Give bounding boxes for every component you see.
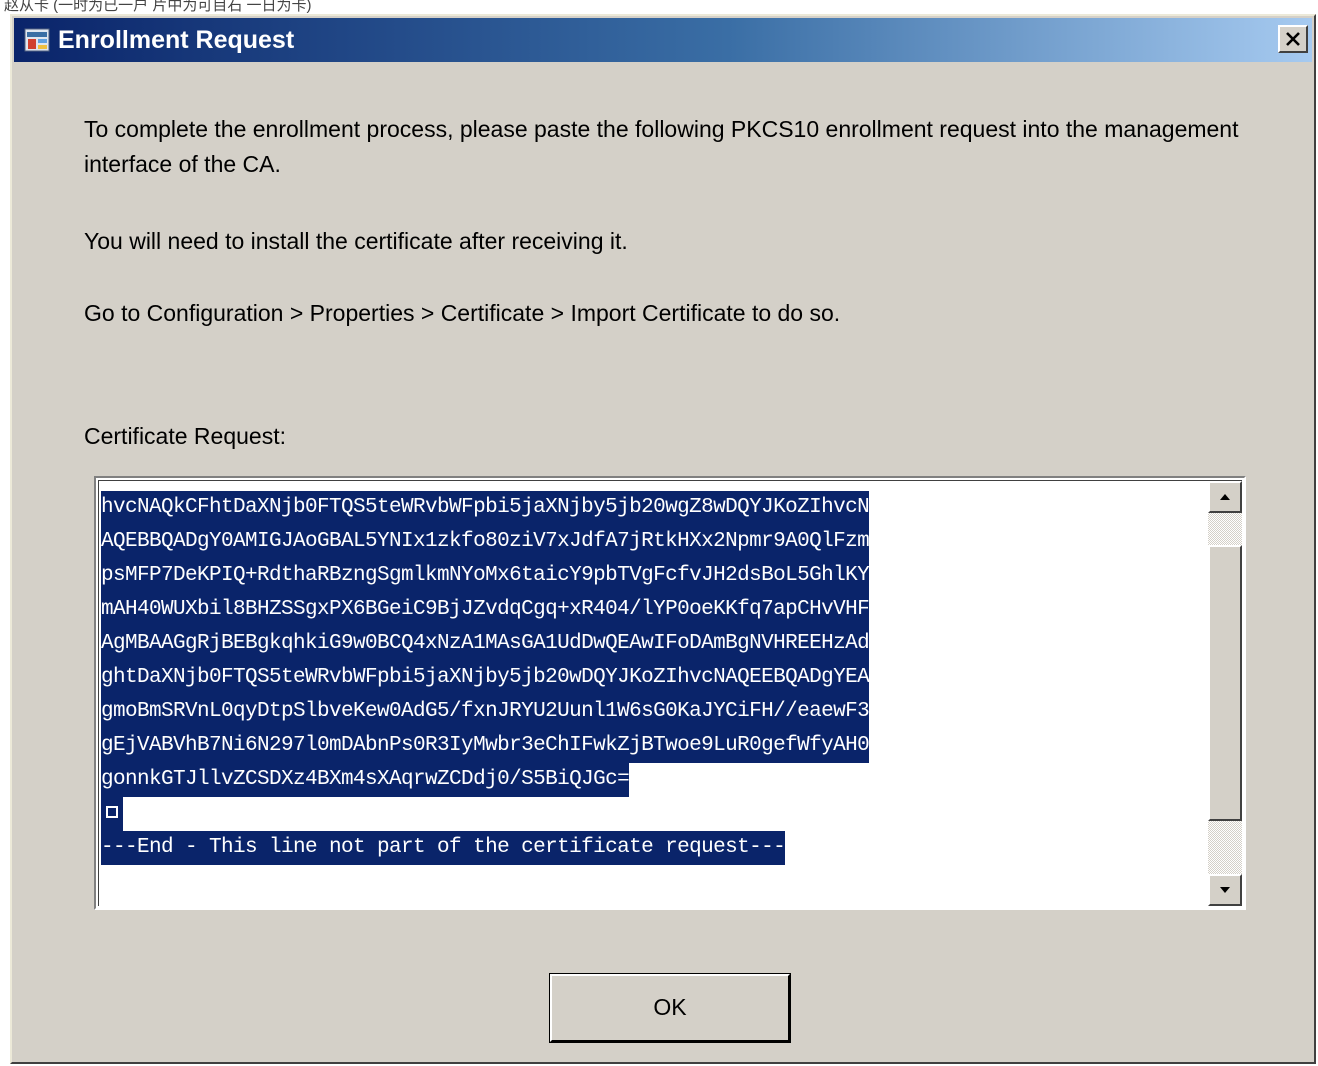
cert-line-blank (101, 797, 869, 831)
title-bar[interactable]: Enrollment Request (14, 18, 1312, 62)
scroll-thumb[interactable] (1208, 545, 1242, 821)
cert-line: AQEBBQADgY0AMIGJAoGBAL5YNIx1zkfo80ziV7xJ… (101, 525, 870, 559)
scroll-up-button[interactable] (1208, 481, 1242, 513)
cert-line: gmoBmSRVnL0qyDtpSlbveKew0AdG5/fxnJRYU2Uu… (101, 695, 870, 729)
app-icon (24, 28, 50, 52)
cert-line: AgMBAAGgRjBEBgkqhkiG9w0BCQ4xNzA1MAsGA1Ud… (101, 627, 870, 661)
dialog-title: Enrollment Request (58, 26, 295, 54)
scroll-down-button[interactable] (1208, 874, 1242, 906)
vertical-scrollbar[interactable] (1208, 481, 1242, 906)
cert-line: mAH40WUXbil8BHZSSgxPX6BGeiC9BjJZvdqCgq+x… (101, 593, 870, 627)
navigation-hint: Go to Configuration > Properties > Certi… (84, 300, 841, 326)
instruction-text: To complete the enrollment process, plea… (84, 116, 1239, 177)
cert-line: hvcNAQkCFhtDaXNjb0FTQS5teWRvbWFpbi5jaXNj… (101, 491, 870, 525)
cert-end-line: ---End - This line not part of the certi… (101, 831, 869, 865)
cert-line: psMFP7DeKPIQ+RdthaRBzngSgmlkmNYoMx6taicY… (101, 559, 870, 593)
line-break-glyph-icon (106, 806, 118, 819)
arrow-down-icon (1220, 887, 1230, 893)
arrow-up-icon (1220, 494, 1230, 500)
certificate-text: hvcNAQkCFhtDaXNjb0FTQS5teWRvbWFpbi5jaXNj… (101, 491, 870, 865)
background-window-edge: 赵从卡 (一时为已一户 片中为可目石 一日为卡) (0, 0, 1318, 14)
certificate-request-label: Certificate Request: (84, 423, 286, 449)
cert-line: gEjVABVhB7Ni6N297l0mDAbnPs0R3IyMwbr3eChI… (101, 729, 870, 763)
cert-line: ghtDaXNjb0FTQS5teWRvbWFpbi5jaXNjby5jb20w… (101, 661, 870, 695)
install-note: You will need to install the certificate… (84, 228, 628, 254)
close-icon (1286, 32, 1300, 46)
enrollment-request-dialog: Enrollment Request To complete the enrol… (10, 14, 1316, 1064)
close-button[interactable] (1278, 25, 1308, 53)
ok-button[interactable]: OK (549, 973, 791, 1043)
certificate-request-textarea[interactable]: hvcNAQkCFhtDaXNjb0FTQS5teWRvbWFpbi5jaXNj… (94, 476, 1246, 910)
cert-line: gonnkGTJllvZCSDXz4BXm4sXAqrwZCDdj0/S5BiQ… (101, 763, 869, 797)
